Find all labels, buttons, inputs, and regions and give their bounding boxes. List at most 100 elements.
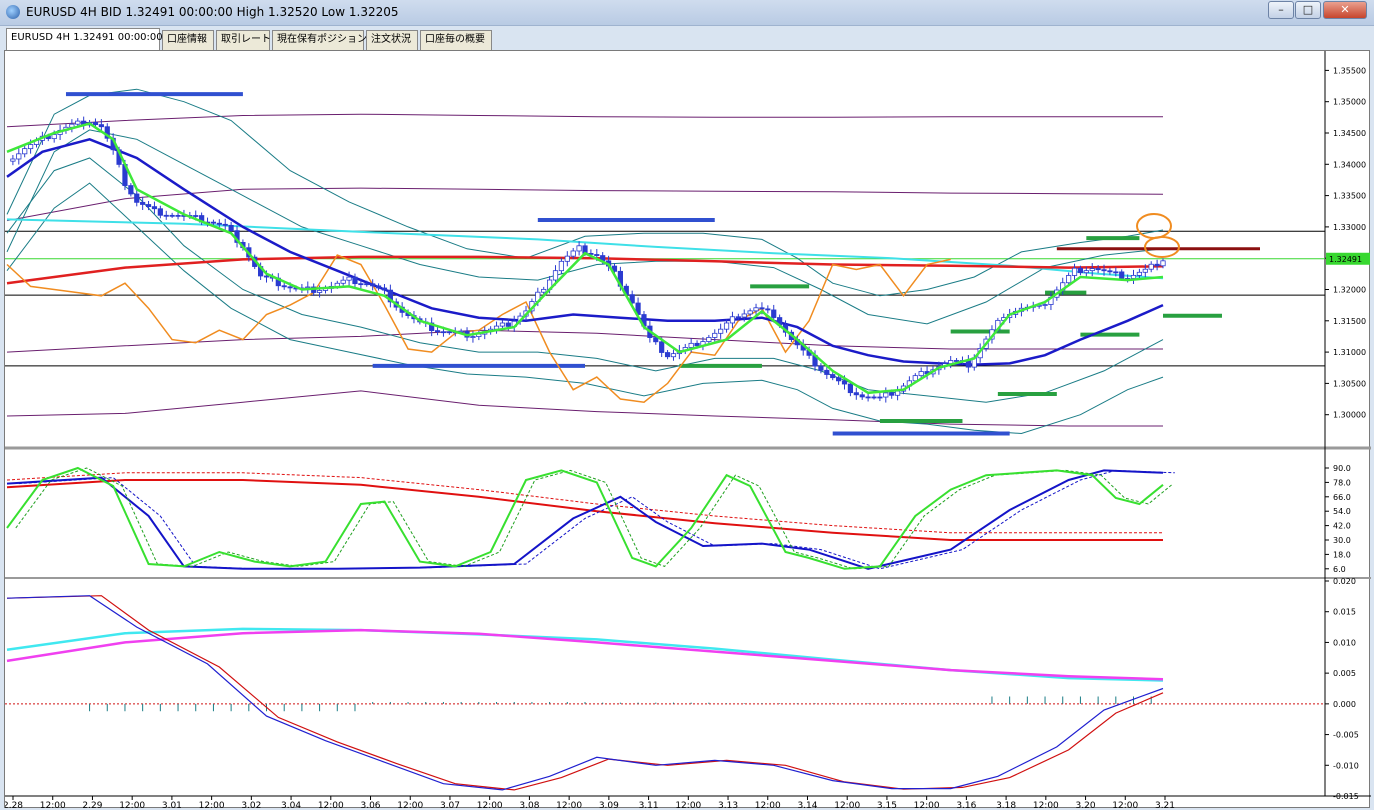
candle-bear	[287, 286, 293, 289]
candle-bear	[169, 214, 175, 217]
candle-bear	[98, 124, 104, 128]
candle-bear	[1107, 270, 1113, 273]
candle-bull	[541, 288, 547, 293]
candle-bear	[370, 283, 376, 287]
time-axis-label: 3.11	[639, 801, 659, 809]
candle-bull	[1042, 304, 1048, 306]
candle-bull	[729, 316, 736, 324]
candle-bear	[505, 322, 511, 327]
candle-bull	[747, 310, 753, 315]
candle-bear	[759, 307, 765, 310]
time-axis-label: 3.04	[281, 801, 301, 809]
candle-bear	[263, 275, 270, 278]
tab-chart[interactable]: EURUSD 4H 1.32491 00:00:00	[6, 28, 163, 50]
candle-bull	[894, 390, 901, 396]
time-axis-label: 12:00	[914, 801, 940, 809]
candle-bull	[706, 337, 712, 342]
macd-axis-label: -0.005	[1333, 731, 1359, 740]
stoch-axis-label: 18.0	[1333, 550, 1351, 559]
candle-bull	[1148, 263, 1154, 270]
candle-bear	[694, 342, 700, 347]
time-axis-label: 3.21	[1155, 801, 1175, 809]
candle-bull	[570, 250, 576, 257]
price-axis-label: 1.33000	[1333, 223, 1366, 232]
time-axis-label: 12:00	[119, 801, 145, 809]
macd-red-line	[6, 595, 1164, 791]
time-axis-label: 12:00	[675, 801, 701, 809]
current-price-label: 1.32491	[1329, 255, 1362, 264]
candle-bear	[216, 222, 222, 225]
chart-area[interactable]: 1.35500 1.35000 1.34500 1.34000 1.33500 1.330…	[4, 50, 1371, 809]
candle-bear	[818, 365, 824, 371]
minimize-button[interactable]: –	[1268, 1, 1294, 19]
candle-bull	[499, 322, 506, 327]
candle-bull	[883, 392, 889, 398]
candle-bull	[918, 371, 924, 377]
time-axis-label: 12:00	[755, 801, 781, 809]
candle-bull	[670, 353, 677, 358]
candle-bull	[16, 153, 22, 160]
stoch-axis-label: 6.0	[1333, 565, 1346, 574]
time-axis-label: 12:00	[556, 801, 582, 809]
candle-bear	[151, 206, 158, 210]
time-axis-label: 12:00	[397, 801, 423, 809]
candle-bull	[723, 322, 730, 330]
candle-bear	[364, 283, 370, 286]
candle-bull	[1066, 275, 1072, 284]
candle-bull	[10, 158, 16, 162]
tab-account-info[interactable]: 口座情報	[162, 30, 214, 50]
candle-bull	[346, 276, 352, 281]
candle-bear	[847, 383, 854, 394]
candle-bull	[1130, 274, 1137, 279]
macd-axis-label: 0.005	[1333, 669, 1356, 678]
candle-bear	[824, 369, 830, 375]
candle-bear	[434, 330, 441, 333]
macd-magenta-line	[6, 628, 1164, 681]
price-axis-label: 1.34000	[1333, 160, 1366, 169]
candle-bear	[92, 122, 99, 126]
time-axis-label: 3.02	[241, 801, 261, 809]
tab-positions[interactable]: 現在保有ポジション	[272, 30, 367, 50]
candle-bull	[470, 336, 476, 338]
chart-svg[interactable]: 1.35500 1.35000 1.34500 1.34000 1.33500 1.330…	[5, 51, 1371, 809]
candle-bull	[1089, 268, 1095, 272]
stoch-blue-line	[6, 469, 1164, 570]
macd-axis-label: 0.000	[1333, 700, 1356, 709]
candle-bull	[75, 120, 81, 125]
candle-bull	[564, 255, 570, 262]
candle-bull	[741, 313, 747, 318]
candle-bear	[440, 331, 447, 334]
price-axis-label: 1.30500	[1333, 379, 1366, 388]
price-axis-label: 1.31000	[1333, 348, 1366, 357]
envelope-upper-line	[6, 113, 1163, 128]
tab-rates[interactable]: 取引レート	[216, 30, 271, 50]
candle-bear	[358, 283, 364, 286]
candle-bull	[1160, 260, 1166, 267]
envelope-bottom-line	[6, 390, 1163, 427]
time-axis-label: 3.07	[440, 801, 460, 809]
candle-bear	[228, 224, 234, 232]
candle-bear	[664, 352, 671, 358]
price-axis-label: 1.35500	[1333, 66, 1366, 75]
close-button[interactable]: ✕	[1323, 1, 1367, 19]
stoch-axis-label: 30.0	[1333, 536, 1351, 545]
macd-axis-label: 0.015	[1333, 608, 1356, 617]
maximize-button[interactable]: □	[1295, 1, 1321, 19]
candle-bear	[1095, 268, 1101, 271]
time-axis-label: 3.18	[996, 801, 1016, 809]
tab-account-summary[interactable]: 口座毎の概要	[420, 30, 492, 50]
time-axis-label: 12:00	[318, 801, 344, 809]
macd-axis-label: 0.010	[1333, 638, 1356, 647]
tab-orders[interactable]: 注文状況	[366, 30, 418, 50]
price-axis-label: 1.32000	[1333, 285, 1366, 294]
time-axis-label: 3.08	[519, 801, 539, 809]
candle-bear	[140, 201, 146, 205]
candle-bear	[865, 396, 871, 399]
candle-bear	[889, 392, 895, 396]
candle-bull	[718, 328, 724, 334]
candle-bull	[340, 279, 346, 284]
candle-bear	[877, 396, 883, 399]
candle-bull	[1071, 267, 1078, 276]
stoch-axis-label: 78.0	[1333, 478, 1351, 487]
candle-bear	[134, 193, 140, 203]
